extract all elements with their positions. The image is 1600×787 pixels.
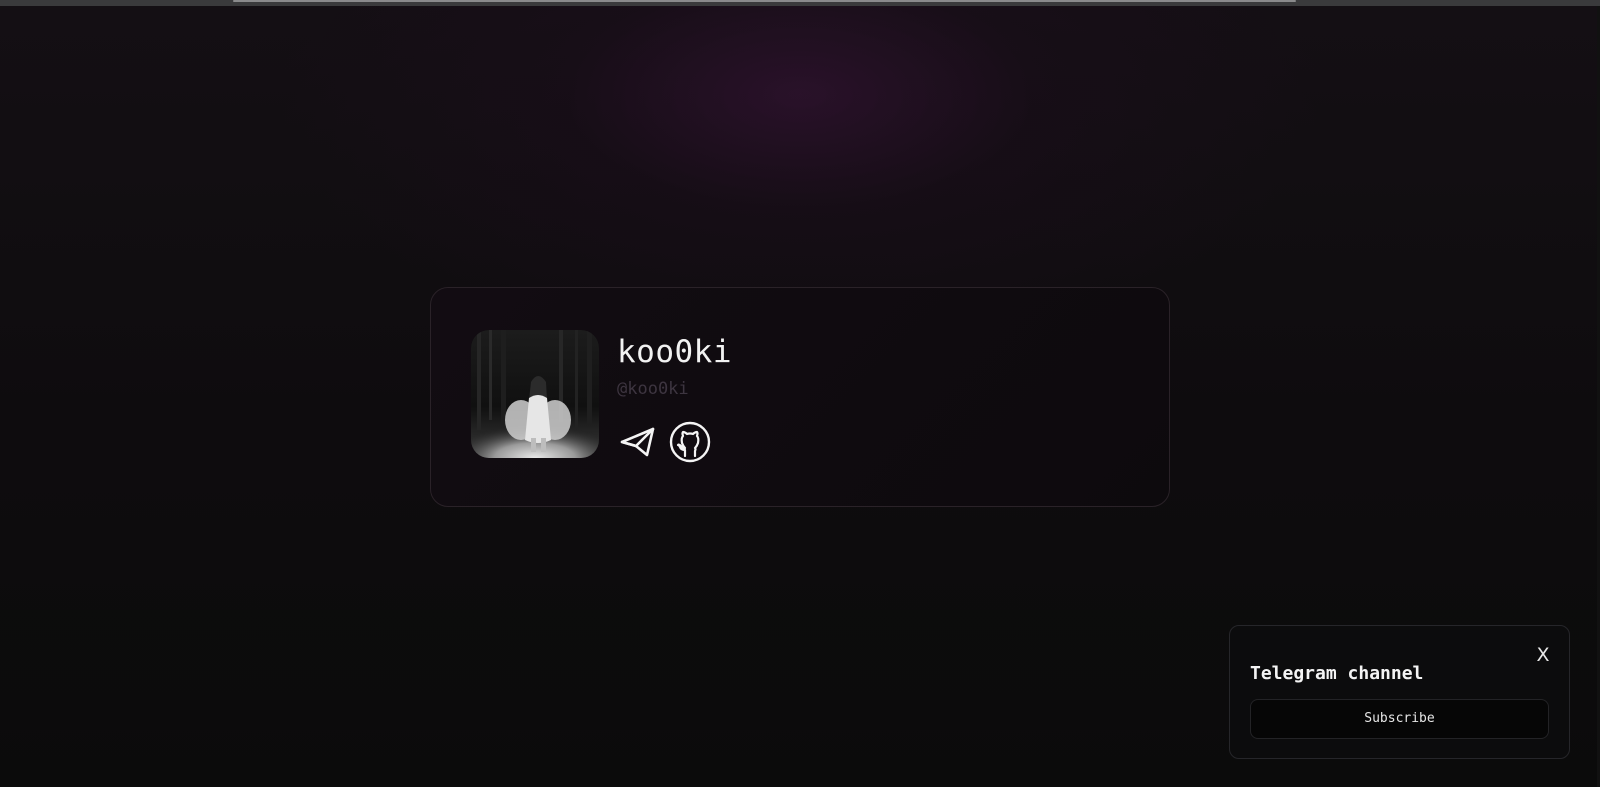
telegram-link[interactable] <box>617 421 659 463</box>
telegram-icon <box>620 427 655 457</box>
profile-handle: @koo0ki <box>617 379 689 399</box>
browser-top-strip <box>0 0 1600 6</box>
profile-card: koo0ki @koo0ki <box>430 287 1170 507</box>
avatar <box>471 330 599 458</box>
close-button[interactable]: X <box>1533 644 1553 666</box>
avatar-image <box>471 330 599 458</box>
profile-name: koo0ki <box>617 334 732 370</box>
github-icon <box>669 421 711 463</box>
subscribe-button[interactable]: Subscribe <box>1250 699 1549 739</box>
toast-title: Telegram channel <box>1250 663 1424 684</box>
page: koo0ki @koo0ki X Telegram channel Subscr… <box>0 0 1600 787</box>
telegram-toast: X Telegram channel Subscribe <box>1229 625 1570 759</box>
social-links <box>617 421 711 463</box>
top-strip-highlight <box>233 0 1296 2</box>
github-link[interactable] <box>669 421 711 463</box>
